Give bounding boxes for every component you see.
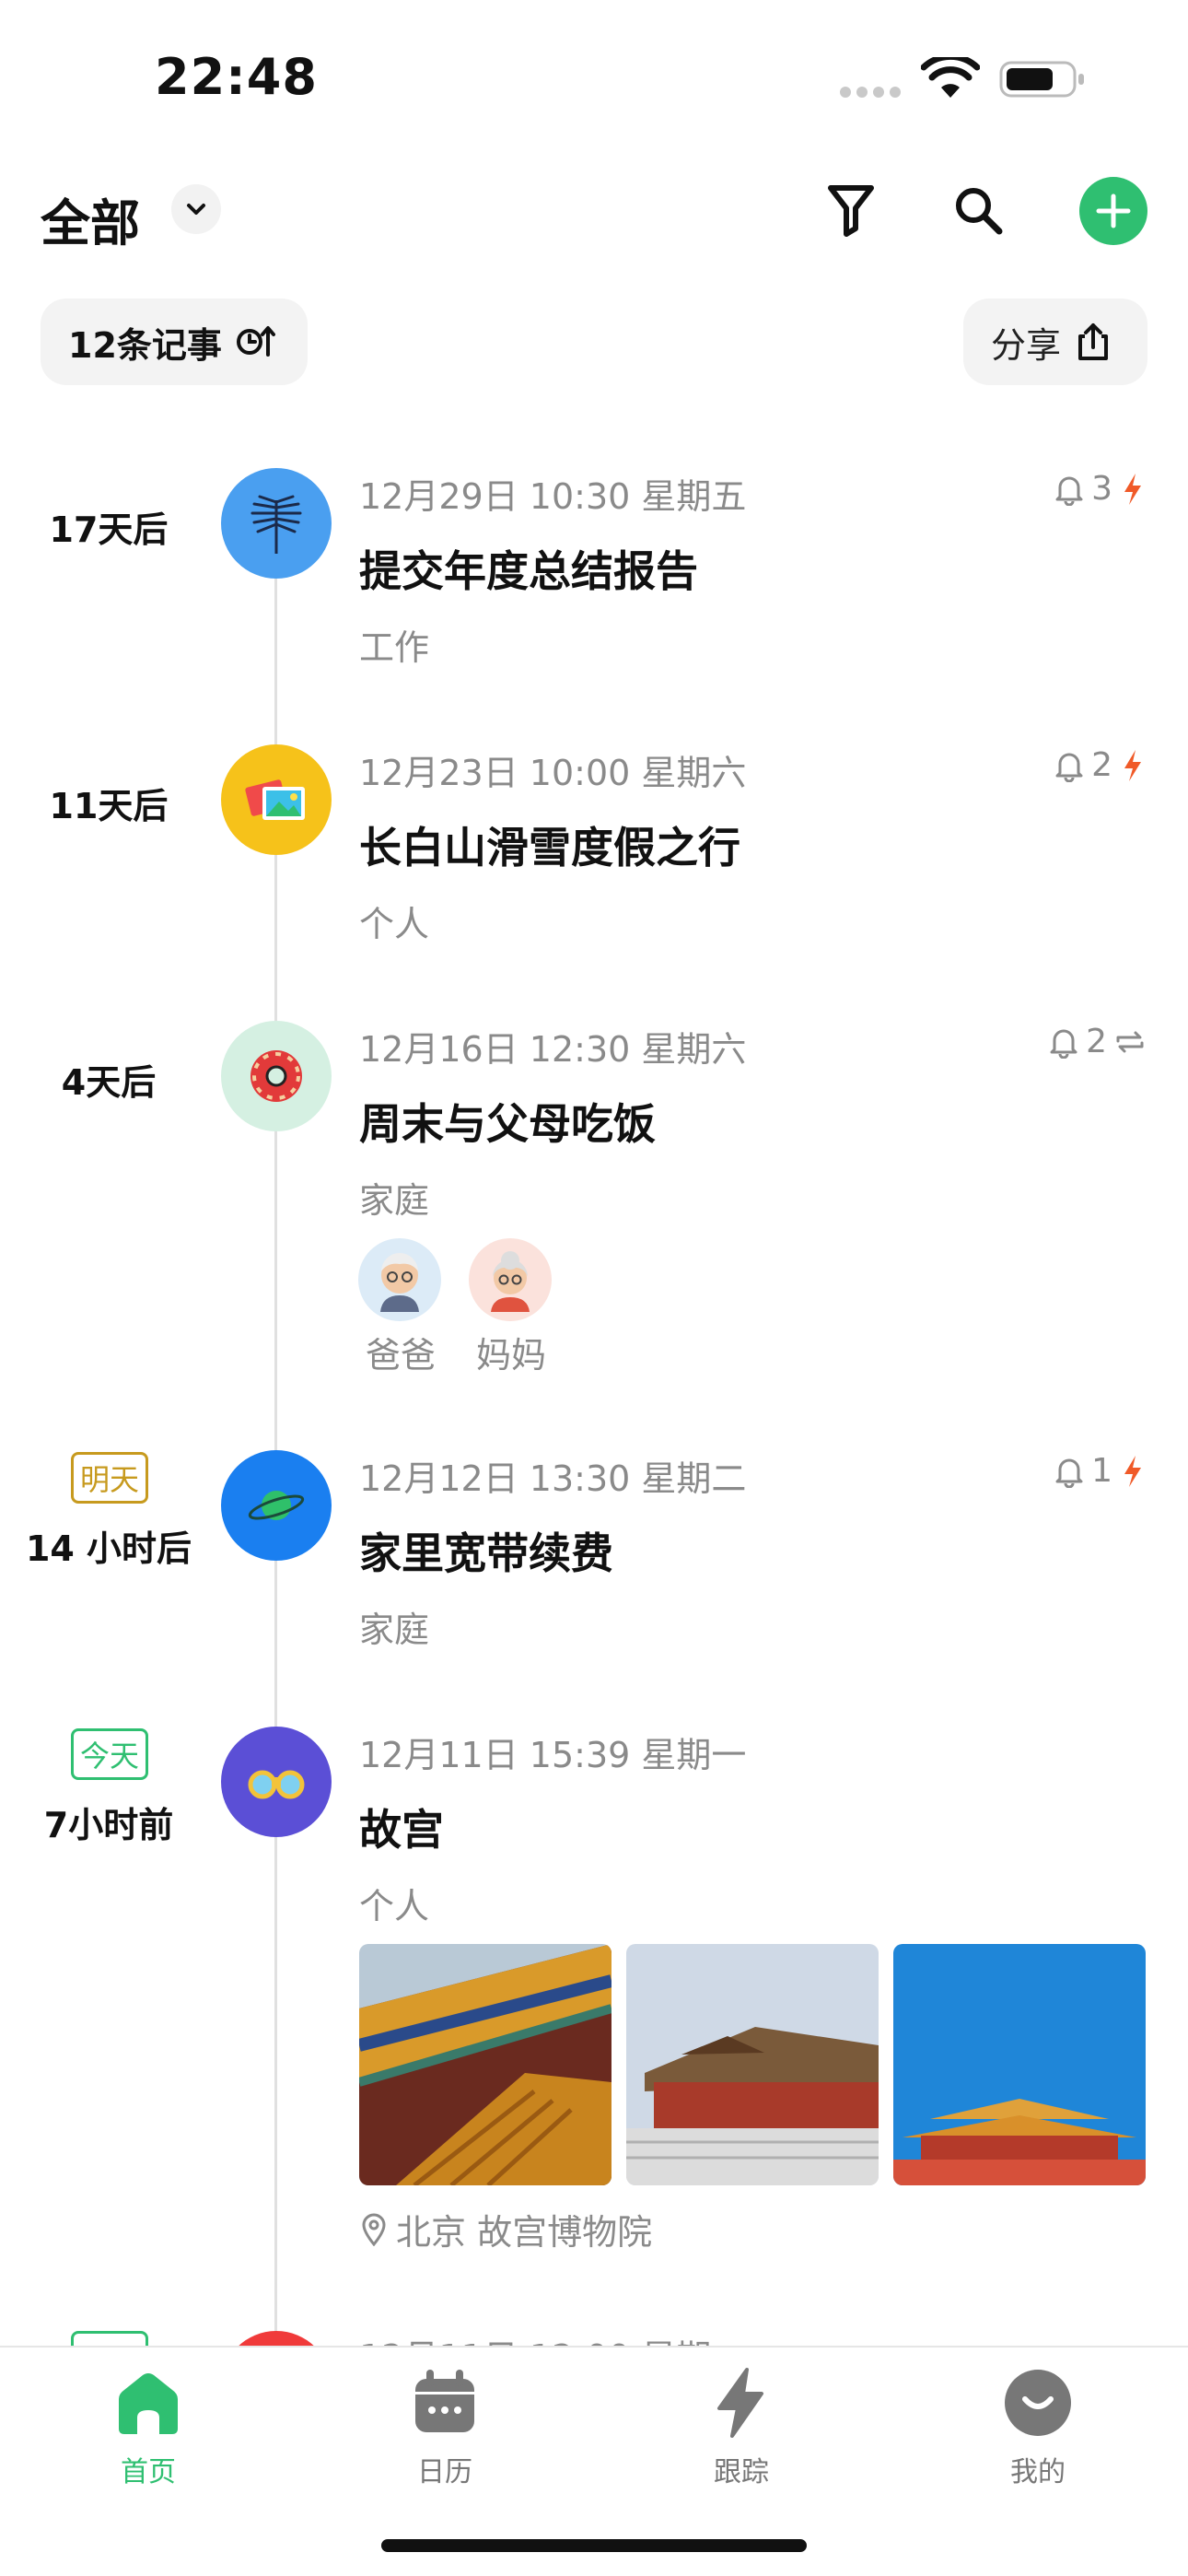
- tab-label: 我的: [1010, 2456, 1066, 2488]
- event-datetime: 12月23日 10:00 星期六: [359, 753, 747, 793]
- event-category: 家庭: [359, 1180, 430, 1221]
- reminder-count: 3: [1091, 470, 1112, 508]
- tab-label: 跟踪: [714, 2456, 769, 2488]
- header: 全部: [0, 166, 1188, 258]
- donut-icon: [221, 1021, 332, 1131]
- sort-clock-icon: [236, 326, 275, 357]
- page-title[interactable]: 全部: [41, 182, 140, 255]
- add-button[interactable]: [1079, 177, 1147, 245]
- event-category: 个人: [359, 1886, 430, 1926]
- event-title: 故宫: [359, 1805, 444, 1855]
- photo-icon: [221, 744, 332, 855]
- relative-time: 17天后: [49, 509, 169, 550]
- today-badge: 今天: [71, 1728, 148, 1780]
- participant[interactable]: 爸爸: [358, 1238, 443, 1377]
- flash-icon: [1124, 1455, 1141, 1487]
- palace-gate-photo[interactable]: [893, 1944, 1146, 2185]
- search-icon[interactable]: [952, 184, 1004, 236]
- relative-time: 4天后: [61, 1062, 157, 1103]
- share-icon: [1078, 323, 1109, 360]
- share-label: 分享: [991, 324, 1062, 366]
- note-count: 12条记事: [68, 324, 222, 366]
- battery-icon: [999, 61, 1084, 98]
- event-title: 周末与父母吃饭: [359, 1099, 656, 1149]
- cellular-signal-icon: [840, 87, 901, 98]
- tomorrow-badge: 明天: [71, 1452, 148, 1504]
- participant-name: 妈妈: [475, 1335, 546, 1376]
- event-meta: 1: [1054, 1452, 1146, 1490]
- event-datetime: 12月11日 15:39 星期一: [359, 1735, 747, 1775]
- repeat-icon: [1116, 1031, 1144, 1052]
- tab-home[interactable]: 首页: [56, 2366, 240, 2489]
- event-meta: 2: [1049, 1023, 1146, 1060]
- palace-hall-photo[interactable]: [626, 1944, 879, 2185]
- bell-icon: [1055, 753, 1083, 782]
- filter-icon[interactable]: [825, 182, 877, 238]
- share-button[interactable]: 分享: [963, 299, 1147, 385]
- reminder-count: 2: [1091, 746, 1112, 784]
- event-meta: 2: [1054, 746, 1146, 784]
- binoculars-icon: [221, 1727, 332, 1837]
- plus-icon: [1096, 193, 1131, 228]
- tab-label: 日历: [417, 2456, 472, 2488]
- flash-icon: [1124, 749, 1141, 781]
- bell-icon: [1055, 476, 1083, 506]
- relative-time: 14 小时后: [25, 1528, 192, 1569]
- home-icon: [119, 2373, 178, 2434]
- bell-icon: [1050, 1029, 1077, 1059]
- relative-time: 11天后: [49, 786, 169, 826]
- bell-icon: [1055, 1458, 1083, 1488]
- status-bar: 22:48: [0, 0, 1188, 147]
- calendar-icon: [415, 2370, 474, 2432]
- status-time: 22:48: [155, 48, 318, 106]
- bolt-icon: [717, 2368, 763, 2438]
- profile-icon: [1005, 2370, 1071, 2436]
- event-category: 个人: [359, 904, 430, 944]
- relative-time: 7小时前: [43, 1805, 174, 1845]
- home-indicator[interactable]: [381, 2539, 807, 2552]
- event-category: 家庭: [359, 1610, 430, 1650]
- sort-button[interactable]: 12条记事: [41, 299, 308, 385]
- tab-label: 首页: [121, 2456, 176, 2488]
- event-title: 长白山滑雪度假之行: [359, 823, 740, 872]
- flash-icon: [1124, 473, 1141, 505]
- location[interactable]: 北京 故宫博物院: [361, 2204, 652, 2254]
- event-datetime: 12月12日 13:30 星期二: [359, 1458, 747, 1499]
- location-text: 北京 故宫博物院: [396, 2212, 653, 2253]
- event-datetime: 12月29日 10:30 星期五: [359, 476, 747, 517]
- event-meta: 3: [1054, 470, 1146, 508]
- tab-calendar[interactable]: 日历: [353, 2366, 537, 2489]
- event-datetime: 12月16日 12:30 星期六: [359, 1029, 747, 1070]
- palm-leaf-icon: [221, 468, 332, 579]
- reminder-count: 2: [1086, 1023, 1107, 1060]
- location-pin-icon: [362, 2213, 386, 2246]
- event-title: 家里宽带续费: [359, 1528, 613, 1578]
- tab-tracking[interactable]: 跟踪: [649, 2366, 833, 2489]
- chevron-down-icon[interactable]: [171, 184, 221, 234]
- event-category: 工作: [359, 627, 430, 668]
- grandma-avatar-icon: [469, 1238, 552, 1321]
- reminder-count: 1: [1091, 1452, 1112, 1490]
- event-title: 提交年度总结报告: [359, 546, 698, 596]
- grandpa-avatar-icon: [358, 1238, 441, 1321]
- wifi-icon: [921, 57, 980, 98]
- participant[interactable]: 妈妈: [469, 1238, 553, 1377]
- planet-icon: [221, 1450, 332, 1561]
- participant-name: 爸爸: [365, 1335, 436, 1376]
- palace-roof-photo[interactable]: [359, 1944, 611, 2185]
- tab-profile[interactable]: 我的: [946, 2366, 1130, 2489]
